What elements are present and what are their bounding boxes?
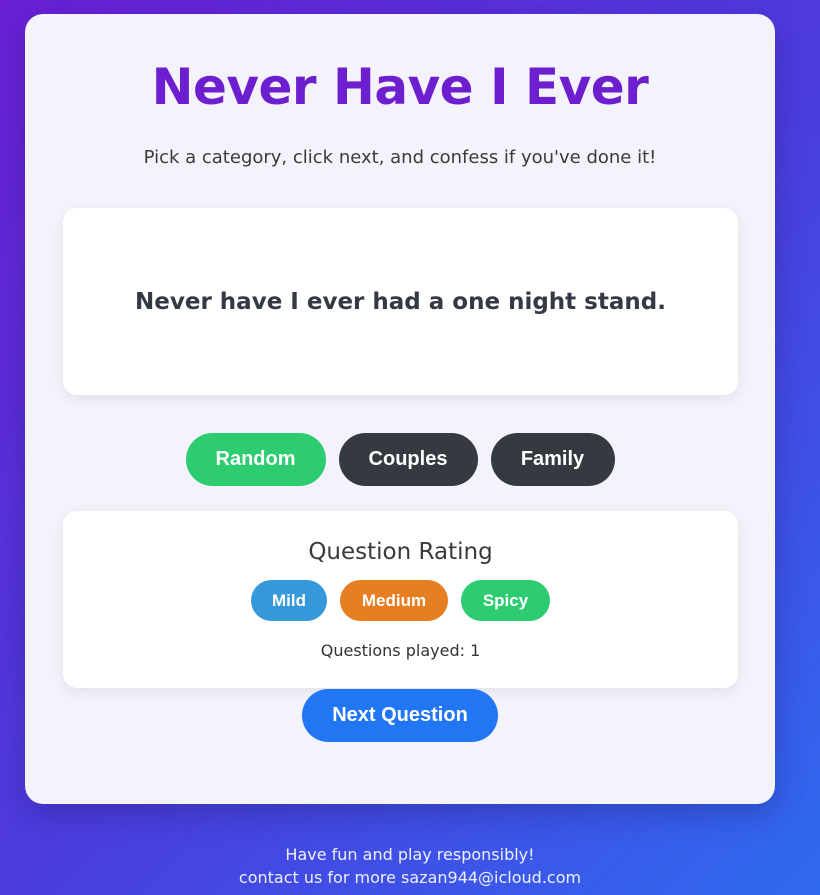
footer-tagline: Have fun and play responsibly! (285, 845, 535, 864)
category-couples-button[interactable]: Couples (338, 433, 478, 486)
category-buttons: Random Couples Family (25, 433, 775, 486)
game-card: Never Have I Ever Pick a category, click… (25, 14, 775, 804)
rating-card: Question Rating Mild Medium Spicy Questi… (63, 511, 738, 688)
footer-contact: contact us for more sazan944@icloud.com (238, 868, 582, 887)
rating-buttons: Mild Medium Spicy (63, 580, 738, 621)
rating-mild-button[interactable]: Mild (251, 580, 327, 621)
rating-title: Question Rating (308, 539, 493, 565)
footer: Have fun and play responsibly! contact u… (0, 843, 820, 889)
page-title: Never Have I Ever (151, 58, 649, 116)
questions-played-counter: Questions played: 1 (320, 641, 481, 660)
question-card: Never have I ever had a one night stand. (63, 208, 738, 395)
category-random-button[interactable]: Random (185, 433, 326, 486)
category-family-button[interactable]: Family (490, 433, 615, 486)
page-subtitle: Pick a category, click next, and confess… (143, 147, 657, 168)
next-question-button[interactable]: Next Question (302, 689, 498, 742)
rating-spicy-button[interactable]: Spicy (461, 580, 550, 621)
question-text: Never have I ever had a one night stand. (135, 288, 666, 315)
rating-medium-button[interactable]: Medium (340, 580, 448, 621)
